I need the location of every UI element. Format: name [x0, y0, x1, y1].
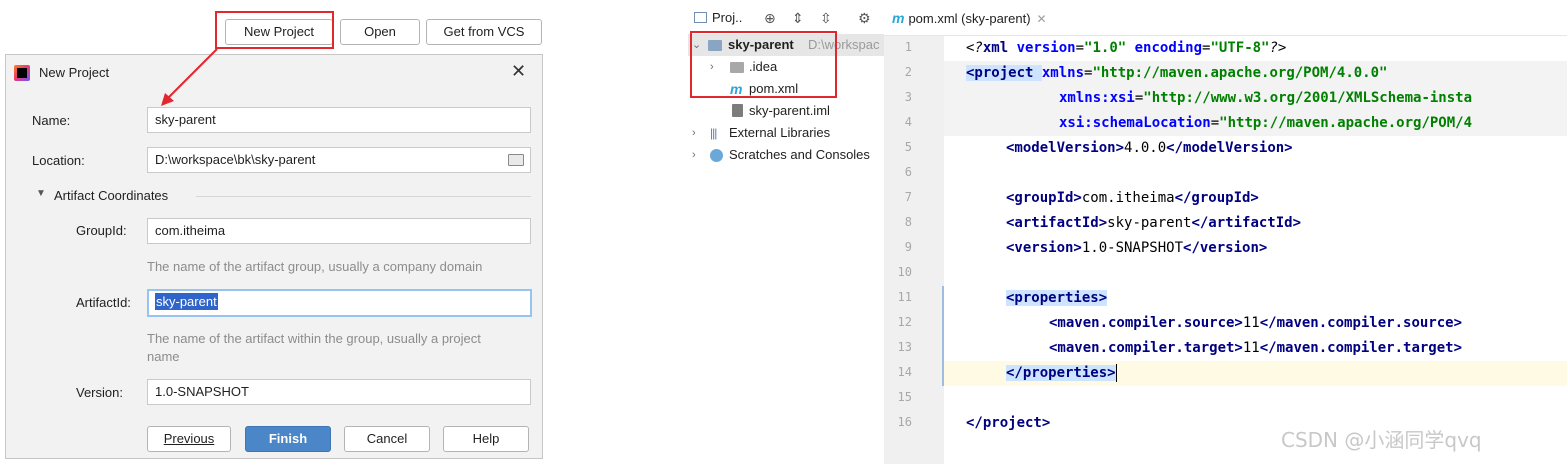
collapse-all-icon[interactable]: ⇳ — [820, 10, 832, 27]
code-line: <project xmlns="http://maven.apache.org/… — [944, 61, 1567, 86]
project-panel-icon — [694, 12, 707, 23]
code-line: xsi:schemaLocation="http://maven.apache.… — [944, 111, 1567, 136]
text-caret — [1115, 364, 1117, 382]
groupid-field[interactable]: com.itheima — [147, 218, 531, 244]
watermark: CSDN @小涵同学qvq — [1281, 428, 1482, 452]
intellij-logo-icon — [14, 65, 30, 81]
tree-item-iml[interactable]: sky-parent.iml — [688, 100, 884, 122]
get-from-vcs-button[interactable]: Get from VCS — [426, 19, 542, 45]
code-line: <?xml version="1.0" encoding="UTF-8"?> — [966, 40, 1287, 56]
code-line: <maven.compiler.target>11</maven.compile… — [1049, 340, 1463, 356]
groupid-label: GroupId: — [76, 223, 127, 238]
ide-window: Proj.. ⊕ ⇕ ⇳ ⚙ ⌄ sky-parent D:\workspac … — [688, 0, 1567, 464]
new-project-panel: New Project Open Get from VCS New Projec… — [0, 0, 548, 464]
line-number: 7 — [904, 190, 912, 204]
line-number: 8 — [904, 215, 912, 229]
artifactid-field[interactable]: sky-parent — [147, 289, 532, 317]
code-line: <version>1.0-SNAPSHOT</version> — [1006, 240, 1268, 256]
line-number: 6 — [904, 165, 912, 179]
code-editor[interactable]: <?xml version="1.0" encoding="UTF-8"?> <… — [944, 36, 1567, 464]
tree-item-scratches[interactable]: › Scratches and Consoles — [688, 144, 884, 166]
location-value: D:\workspace\bk\sky-parent — [155, 152, 316, 167]
line-number: 3 — [904, 90, 912, 104]
code-line-current: </properties> — [944, 361, 1567, 386]
line-number: 10 — [897, 265, 912, 279]
iml-label: sky-parent.iml — [749, 103, 830, 118]
iml-file-icon — [732, 104, 743, 117]
artifactid-hint-line2: name — [147, 349, 180, 364]
code-line: <maven.compiler.source>11</maven.compile… — [1049, 315, 1463, 331]
line-number: 9 — [904, 240, 912, 254]
code-line: <artifactId>sky-parent</artifactId> — [1006, 215, 1302, 231]
editor-tab-bar: m pom.xml (sky-parent) ✕ — [884, 0, 1567, 36]
code-line: xmlns:xsi="http://www.w3.org/2001/XMLSch… — [944, 86, 1567, 111]
line-number: 1 — [904, 40, 912, 54]
line-number: 4 — [904, 115, 912, 129]
line-number: 16 — [897, 415, 912, 429]
annotation-box-tree — [690, 31, 837, 98]
line-number: 11 — [897, 290, 912, 304]
tree-item-external-libraries[interactable]: › ||| External Libraries — [688, 122, 884, 144]
chevron-right-icon[interactable]: › — [692, 144, 696, 166]
external-libraries-label: External Libraries — [729, 125, 831, 140]
line-number: 15 — [897, 390, 912, 404]
annotation-box-new-project — [215, 11, 334, 49]
tab-label: pom.xml (sky-parent) — [908, 11, 1031, 26]
groupid-hint: The name of the artifact group, usually … — [147, 259, 483, 274]
library-icon: ||| — [710, 126, 717, 140]
maven-icon: m — [892, 10, 905, 26]
line-number: 14 — [897, 365, 912, 379]
line-number: 12 — [897, 315, 912, 329]
section-divider — [196, 196, 531, 197]
locate-icon[interactable]: ⊕ — [764, 10, 776, 27]
scratches-icon — [710, 149, 723, 162]
collapse-triangle-icon[interactable]: ▼ — [36, 188, 46, 199]
version-label: Version: — [76, 385, 123, 400]
dialog-title: New Project — [39, 65, 110, 80]
line-number: 13 — [897, 340, 912, 354]
dialog-title-bar: New Project ✕ — [6, 55, 542, 91]
name-field[interactable]: sky-parent — [147, 107, 531, 133]
close-icon[interactable]: ✕ — [511, 61, 526, 82]
line-number: 2 — [904, 65, 912, 79]
code-line: <properties> — [1006, 290, 1108, 306]
version-field[interactable]: 1.0-SNAPSHOT — [147, 379, 531, 405]
scratches-label: Scratches and Consoles — [729, 147, 870, 162]
help-button[interactable]: Help — [443, 426, 529, 452]
previous-button[interactable]: Previous — [147, 426, 231, 452]
cancel-button[interactable]: Cancel — [344, 426, 430, 452]
project-tool-label[interactable]: Proj.. — [712, 10, 742, 25]
name-label: Name: — [32, 113, 71, 128]
artifactid-hint-line1: The name of the artifact within the grou… — [147, 331, 481, 346]
expand-all-icon[interactable]: ⇕ — [792, 10, 804, 27]
open-button[interactable]: Open — [340, 19, 420, 45]
browse-folder-icon[interactable] — [508, 154, 524, 166]
finish-button[interactable]: Finish — [245, 426, 331, 452]
code-line: <groupId>com.itheima</groupId> — [1006, 190, 1259, 206]
project-tool-window: Proj.. ⊕ ⇕ ⇳ ⚙ ⌄ sky-parent D:\workspac … — [688, 0, 884, 464]
close-icon[interactable]: ✕ — [1037, 12, 1047, 26]
gear-icon[interactable]: ⚙ — [858, 10, 871, 27]
artifactid-selected-text: sky-parent — [155, 293, 218, 310]
location-field[interactable]: D:\workspace\bk\sky-parent — [147, 147, 531, 173]
line-number-gutter: 1 2 3 4 5 6 7 8 9 10 11 12 13 14 15 16 — [884, 36, 957, 464]
artifactid-label: ArtifactId: — [76, 295, 131, 310]
artifact-coordinates-header[interactable]: Artifact Coordinates — [54, 188, 168, 203]
location-label: Location: — [32, 153, 85, 168]
tab-pom-xml[interactable]: m pom.xml (sky-parent) ✕ — [892, 10, 1047, 26]
line-number: 5 — [904, 140, 912, 154]
new-project-dialog: New Project ✕ Name: sky-parent Location:… — [5, 54, 543, 459]
chevron-right-icon[interactable]: › — [692, 122, 696, 144]
code-line: <modelVersion>4.0.0</modelVersion> — [1006, 140, 1293, 156]
